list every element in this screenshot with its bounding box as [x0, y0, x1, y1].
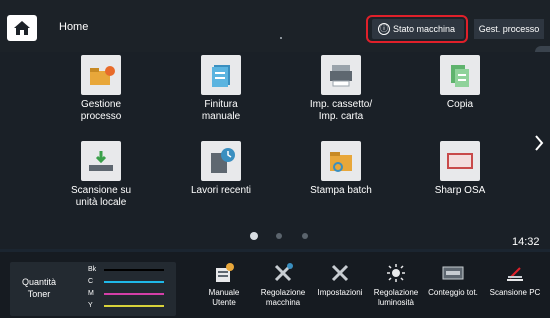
sharp-osa-icon: [440, 141, 480, 181]
machine-status-button[interactable]: ⓘ Stato macchina: [372, 19, 464, 39]
toner-y-bar: [104, 305, 164, 307]
tool-manuale-utente[interactable]: Manuale Utente: [196, 262, 252, 308]
app-label: Lavori recenti: [190, 185, 252, 196]
toner-bk-label: Bk: [88, 266, 97, 273]
settings-tools-icon: [327, 262, 353, 284]
app-copia[interactable]: Copia: [410, 55, 510, 111]
page-indicator-active[interactable]: [250, 232, 258, 240]
toner-c-label: C: [88, 278, 94, 285]
toner-m-bar: [104, 293, 164, 295]
tools-icon: [270, 262, 296, 284]
tool-regolazione-luminosita[interactable]: Regolazione luminosità: [368, 262, 424, 308]
tool-label: Scansione PC: [489, 288, 541, 297]
tool-label: Impostazioni: [317, 288, 363, 297]
app-label: Sharp OSA: [434, 185, 486, 196]
scan-to-local-icon: [81, 141, 121, 181]
folder-gear-icon: [81, 55, 121, 95]
tool-label: Regolazione macchina: [260, 288, 306, 307]
app-stampa-batch[interactable]: Stampa batch: [291, 141, 391, 197]
home-button[interactable]: [7, 15, 37, 41]
tool-label: Regolazione luminosità: [373, 288, 419, 307]
tool-regolazione-macchina[interactable]: Regolazione macchina: [254, 262, 312, 308]
decor-dot: [280, 37, 282, 39]
app-scansione-locale[interactable]: Scansione su unità locale: [51, 141, 151, 209]
app-label: Copia: [446, 99, 474, 110]
app-label: Finitura manuale: [201, 99, 241, 122]
job-status-button[interactable]: Gest. processo: [474, 19, 544, 39]
manual-icon: [211, 262, 237, 284]
page-indicator[interactable]: [276, 233, 282, 239]
tool-impostazioni[interactable]: Impostazioni: [312, 262, 368, 298]
toner-y-label: Y: [88, 302, 93, 309]
folder-search-icon: [321, 141, 361, 181]
toner-bk-bar: [104, 269, 164, 271]
tool-label: Conteggio tot.: [428, 288, 478, 297]
info-icon: ⓘ: [378, 23, 390, 35]
chevron-right-icon: [535, 135, 544, 151]
copy-icon: [440, 55, 480, 95]
tool-scansione-pc[interactable]: Scansione PC: [484, 262, 546, 298]
app-label: Scansione su unità locale: [70, 185, 132, 208]
next-page-button[interactable]: [530, 128, 548, 158]
app-lavori-recenti[interactable]: Lavori recenti: [171, 141, 271, 197]
printer-tray-icon: [321, 55, 361, 95]
home-icon: [14, 21, 30, 35]
tool-conteggio-totale[interactable]: Conteggio tot.: [423, 262, 483, 298]
machine-status-label: Stato macchina: [393, 24, 456, 34]
toner-label: Quantità Toner: [21, 277, 57, 299]
app-imp-cassetto[interactable]: Imp. cassetto/ Imp. carta: [291, 55, 391, 123]
app-finitura-manuale[interactable]: Finitura manuale: [171, 55, 271, 123]
counter-icon: [440, 262, 466, 284]
app-gestione-processo[interactable]: Gestione processo: [51, 55, 151, 123]
recent-jobs-icon: [201, 141, 241, 181]
scan-pc-icon: [502, 262, 528, 284]
app-label: Stampa batch: [310, 185, 372, 196]
toner-m-label: M: [88, 290, 94, 297]
document-stack-icon: [201, 55, 241, 95]
tool-label: Manuale Utente: [208, 288, 240, 307]
brightness-icon: [383, 262, 409, 284]
clock: 14:32: [512, 236, 540, 248]
toner-c-bar: [104, 281, 164, 283]
page-indicator[interactable]: [302, 233, 308, 239]
app-label: Gestione processo: [80, 99, 122, 122]
app-sharp-osa[interactable]: Sharp OSA: [410, 141, 510, 197]
app-label: Imp. cassetto/ Imp. carta: [309, 99, 373, 122]
page-title: Home: [59, 21, 89, 33]
